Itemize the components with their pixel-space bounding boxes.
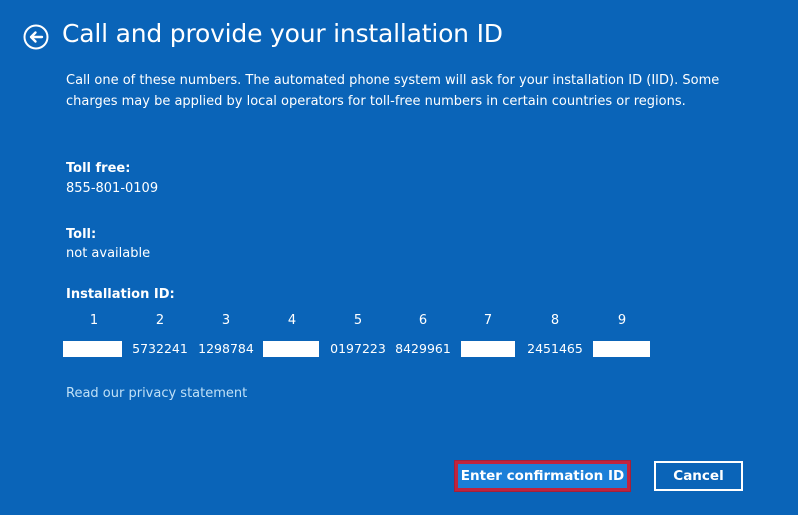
id-group-number: 1 bbox=[89, 313, 99, 328]
id-group-value-redacted bbox=[63, 341, 122, 357]
id-group-number: 5 bbox=[353, 313, 363, 328]
instructions-text: Call one of these numbers. The automated… bbox=[66, 73, 720, 109]
toll-label: Toll: bbox=[66, 227, 97, 242]
id-group-number: 2 bbox=[155, 313, 165, 328]
back-arrow-circle-icon bbox=[23, 24, 49, 50]
id-group-number: 8 bbox=[550, 313, 560, 328]
toll-free-label: Toll free: bbox=[66, 161, 131, 176]
toll-number: not available bbox=[66, 246, 151, 261]
id-group-number: 4 bbox=[287, 313, 297, 328]
id-group-value-redacted bbox=[461, 341, 515, 357]
id-group-value: 2451465 bbox=[527, 341, 583, 356]
installation-id-label: Installation ID: bbox=[66, 287, 175, 302]
enter-confirmation-id-button[interactable]: Enter confirmation ID bbox=[454, 460, 631, 492]
privacy-statement-link[interactable]: Read our privacy statement bbox=[66, 386, 247, 401]
toll-free-number: 855-801-0109 bbox=[66, 181, 159, 196]
page-title: Call and provide your installation ID bbox=[62, 19, 503, 48]
id-group-number: 7 bbox=[483, 313, 493, 328]
back-button[interactable] bbox=[23, 24, 49, 50]
id-group-value-redacted bbox=[263, 341, 319, 357]
id-group-value: 8429961 bbox=[395, 341, 451, 356]
id-group-value: 5732241 bbox=[132, 341, 188, 356]
id-group-value: 1298784 bbox=[198, 341, 254, 356]
id-group-number: 3 bbox=[221, 313, 231, 328]
id-group-number: 6 bbox=[418, 313, 428, 328]
id-group-value: 0197223 bbox=[330, 341, 386, 356]
id-group-value-redacted bbox=[593, 341, 650, 357]
cancel-button[interactable]: Cancel bbox=[654, 461, 743, 491]
id-group-number: 9 bbox=[617, 313, 627, 328]
